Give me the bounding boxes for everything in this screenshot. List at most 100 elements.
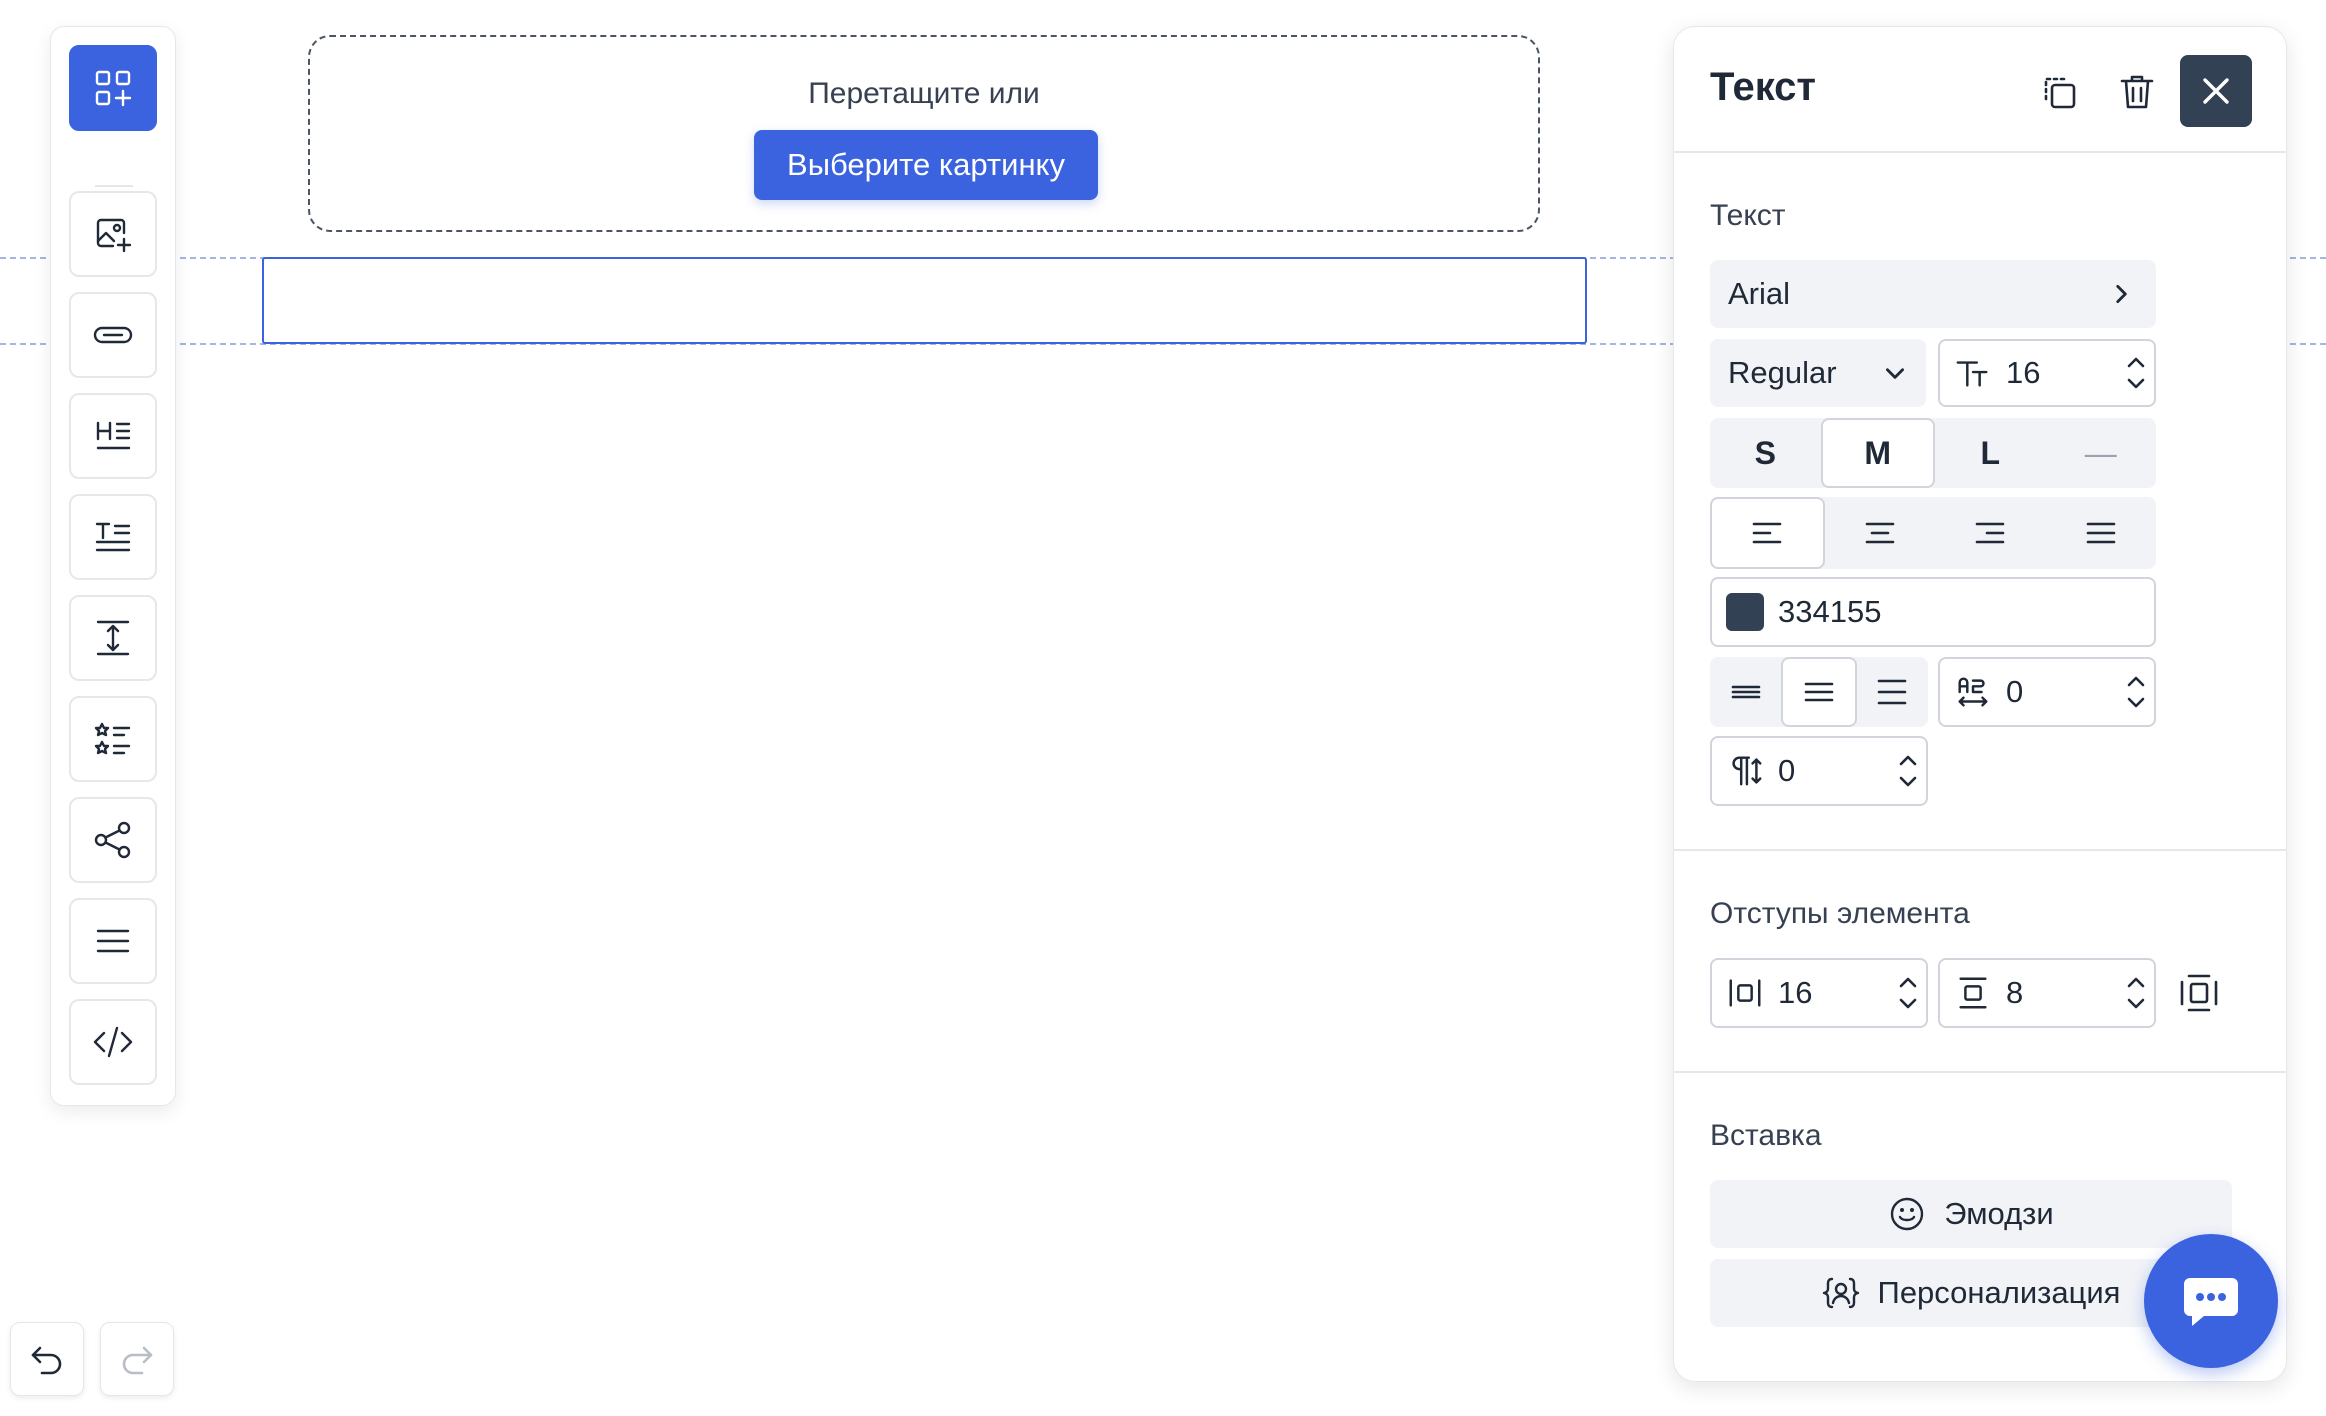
text-size-segmented: S M L — [1710,418,2156,488]
blocks-toolbar [50,26,176,1106]
paragraph-spacing-input[interactable]: 0 [1710,736,1928,806]
html-icon [93,1026,133,1058]
size-option-m[interactable]: M [1820,418,1935,488]
emoji-icon [1891,1197,1924,1231]
support-chat-button[interactable] [2144,1234,2278,1368]
align-left-button[interactable] [1710,497,1825,569]
chevron-down-icon [2127,378,2145,389]
padding-vertical-stepper[interactable] [2118,960,2154,1026]
personalization-label: Персонализация [1877,1275,2121,1310]
list-block-button[interactable] [69,696,157,782]
font-size-input[interactable]: 16 [1938,339,2156,407]
personalization-icon [1822,1277,1859,1309]
padding-horizontal-stepper[interactable] [1890,960,1926,1026]
chevron-down-icon [2127,998,2145,1009]
chevron-up-icon [2127,676,2145,687]
size-option-none[interactable]: — [2046,418,2157,488]
line-height-medium-button[interactable] [1781,657,1857,727]
undo-icon [31,1346,62,1375]
align-right-button[interactable] [1935,497,2046,569]
align-left-icon [1752,522,1782,544]
letter-spacing-stepper[interactable] [2118,659,2154,725]
undo-button[interactable] [10,1322,84,1396]
chevron-up-icon [2127,357,2145,368]
panel-title: Текст [1710,65,1817,109]
text-section-title: Текст [1710,199,1786,232]
toolbar-separator [95,185,133,187]
font-weight-value: Regular [1728,355,1837,390]
line-height-medium-icon [1804,682,1834,702]
spacer-block-button[interactable] [69,595,157,681]
image-dropzone[interactable]: Перетащите или Выберите картинку [308,35,1540,232]
color-swatch[interactable] [1726,593,1764,631]
font-size-icon [1956,361,1988,387]
padding-vertical-value: 8 [2006,975,2024,1010]
line-height-segmented [1710,657,1928,727]
chevron-down-icon [1899,776,1917,787]
padding-section-title: Отступы элемента [1710,897,1970,930]
selected-text-block[interactable] [262,257,1587,344]
chevron-right-icon [2116,285,2127,303]
font-size-stepper[interactable] [2118,341,2154,405]
text-color-input[interactable]: 334155 [1710,577,2156,647]
spacer-icon [96,620,130,656]
heading-icon [96,421,131,450]
duplicate-button[interactable] [2030,63,2088,121]
padding-all-sides-button[interactable] [2170,964,2228,1022]
chevron-down-icon [1886,368,1904,379]
font-family-select[interactable]: Arial [1710,260,2156,328]
line-height-large-icon [1878,679,1907,705]
heading-block-button[interactable] [69,393,157,479]
chevron-up-icon [1899,977,1917,988]
menu-block-button[interactable] [69,898,157,984]
panel-divider [1674,1071,2286,1073]
line-height-large-button[interactable] [1857,657,1928,727]
delete-button[interactable] [2108,63,2166,121]
padding-horizontal-input[interactable]: 16 [1710,958,1928,1028]
padding-horizontal-value: 16 [1778,975,1813,1010]
trash-icon [2120,75,2154,109]
align-justify-button[interactable] [2046,497,2157,569]
letter-spacing-input[interactable]: 0 [1938,657,2156,727]
text-icon [95,522,131,552]
social-block-button[interactable] [69,797,157,883]
redo-icon [122,1346,153,1375]
padding-all-sides-icon [2180,974,2218,1012]
menu-icon [96,929,130,953]
panel-divider [1674,849,2286,851]
button-icon [93,326,133,344]
align-center-button[interactable] [1825,497,1936,569]
font-weight-select[interactable]: Regular [1710,339,1926,407]
chevron-up-icon [1899,755,1917,766]
blocks-add-icon [95,70,132,107]
redo-button[interactable] [100,1322,174,1396]
social-icon [94,821,131,859]
emoji-label: Эмодзи [1944,1196,2054,1231]
close-icon [2203,78,2229,104]
image-block-button[interactable] [69,191,157,277]
blocks-add-button[interactable] [69,45,157,131]
letter-spacing-icon [1958,677,1988,707]
button-block-button[interactable] [69,292,157,378]
text-align-segmented [1710,497,2156,569]
line-height-small-icon [1731,685,1760,699]
align-justify-icon [2086,522,2116,544]
size-option-l[interactable]: L [1935,418,2046,488]
insert-emoji-button[interactable]: Эмодзи [1710,1180,2232,1248]
size-option-s[interactable]: S [1710,418,1821,488]
html-block-button[interactable] [69,999,157,1085]
font-family-value: Arial [1728,276,1791,311]
panel-divider [1674,151,2286,153]
paragraph-spacing-icon [1732,756,1762,786]
align-center-icon [1865,522,1895,544]
line-height-small-button[interactable] [1710,657,1781,727]
padding-vertical-input[interactable]: 8 [1938,958,2156,1028]
text-block-button[interactable] [69,494,157,580]
list-icon [94,722,131,755]
chevron-down-icon [2127,697,2145,708]
paragraph-spacing-stepper[interactable] [1890,738,1926,804]
text-settings-panel: Текст Текст Arial Regular 16 S M L — 334… [1673,26,2287,1382]
chevron-down-icon [1899,998,1917,1009]
close-panel-button[interactable] [2180,55,2252,127]
choose-image-button[interactable]: Выберите картинку [754,130,1098,200]
